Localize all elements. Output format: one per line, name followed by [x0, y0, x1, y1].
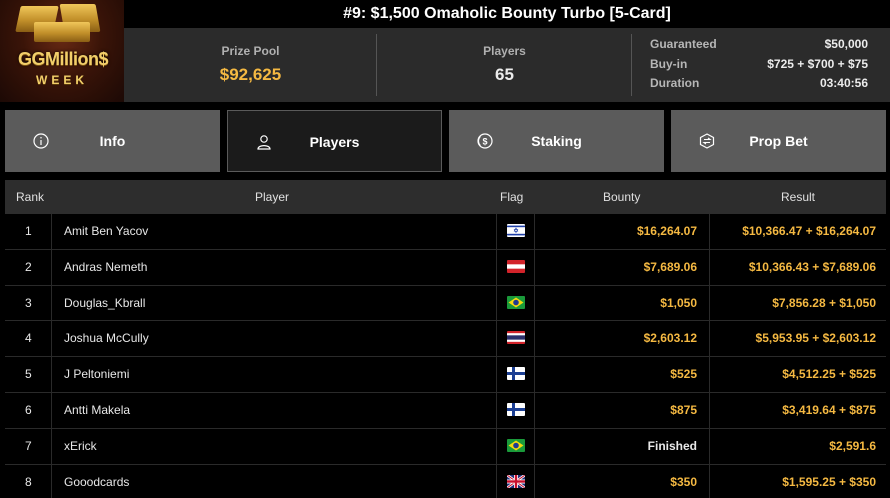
table-row[interactable]: 4 Joshua McCully $2,603.12 $5,953.95 + $… — [5, 321, 886, 358]
col-header-rank[interactable]: Rank — [16, 190, 44, 204]
uk-flag-icon — [507, 474, 525, 488]
logo-brand-text: GGMillion$ — [17, 49, 109, 69]
detail-value: $725 + $700 + $75 — [767, 56, 868, 71]
detail-key: Duration — [650, 76, 700, 90]
tab-players-label: Players — [309, 134, 360, 150]
player-name[interactable]: Amit Ben Yacov — [51, 214, 496, 249]
result-value: $2,591.6 — [709, 428, 886, 464]
detail-row-duration: Duration 03:40:56 — [650, 76, 868, 96]
bounty-value: $525 — [534, 357, 709, 392]
table-row[interactable]: 6 Antti Makela $875 $3,419.64 + $875 — [5, 392, 886, 429]
finland-flag-icon — [507, 367, 525, 381]
result-value: $4,512.25 + $525 — [709, 357, 886, 392]
table-row[interactable]: 1 Amit Ben Yacov $16,264.07 $10,366.47 +… — [5, 214, 886, 250]
players-table-header: Rank Player Flag Bounty Result — [5, 180, 886, 214]
detail-value: $50,000 — [824, 37, 868, 51]
logo-week-text: WEEK — [36, 73, 88, 87]
flag-cell — [496, 357, 534, 392]
prize-pool-stat: Prize Pool $92,625 — [124, 28, 377, 102]
player-name[interactable]: xErick — [51, 428, 496, 464]
players-value: 65 — [495, 65, 514, 84]
brazil-flag-icon — [507, 295, 525, 309]
table-row[interactable]: 3 Douglas_Kbrall $1,050 $7,856.28 + $1,0… — [5, 285, 886, 322]
finland-flag-icon — [507, 402, 525, 416]
table-row[interactable]: 8 Gooodcards $350 $1,595.25 + $350 — [5, 464, 886, 498]
players-stat: Players 65 — [377, 28, 632, 102]
flag-cell — [496, 249, 534, 285]
player-name[interactable]: J Peltoniemi — [51, 357, 496, 392]
player-name[interactable]: Andras Nemeth — [51, 249, 496, 285]
rank-cell: 3 — [25, 295, 32, 310]
tab-staking[interactable]: $ Staking — [449, 110, 664, 172]
bounty-value: $350 — [534, 464, 709, 498]
detail-row-buy-in: Buy-in $725 + $700 + $75 — [650, 57, 868, 77]
detail-row-guaranteed: Guaranteed $50,000 — [650, 37, 868, 57]
bounty-status: Finished — [534, 428, 709, 464]
flag-cell — [496, 285, 534, 321]
player-name[interactable]: Douglas_Kbrall — [51, 285, 496, 321]
result-value: $10,366.43 + $7,689.06 — [709, 249, 886, 285]
flag-cell — [496, 464, 534, 498]
flag-cell — [496, 321, 534, 357]
israel-flag-icon — [507, 224, 525, 237]
rank-cell: 8 — [25, 474, 32, 489]
rank-cell: 5 — [25, 367, 32, 382]
result-value: $5,953.95 + $2,603.12 — [709, 321, 886, 357]
prize-pool-value: $92,625 — [219, 65, 282, 84]
tab-info[interactable]: Info — [5, 110, 220, 172]
prize-pool-label: Prize Pool — [221, 44, 280, 58]
col-header-result[interactable]: Result — [781, 190, 815, 204]
detail-key: Guaranteed — [650, 37, 717, 51]
tab-players[interactable]: Players — [227, 110, 442, 172]
col-header-bounty[interactable]: Bounty — [603, 190, 640, 204]
col-header-player[interactable]: Player — [255, 190, 289, 204]
brazil-flag-icon — [507, 438, 525, 452]
player-name[interactable]: Antti Makela — [51, 392, 496, 428]
tournament-details: Guaranteed $50,000 Buy-in $725 + $700 + … — [650, 37, 868, 96]
bounty-value: $1,050 — [534, 285, 709, 321]
result-value: $10,366.47 + $16,264.07 — [709, 214, 886, 249]
rank-cell: 7 — [25, 438, 32, 453]
bounty-value: $16,264.07 — [534, 214, 709, 249]
player-name[interactable]: Joshua McCully — [51, 321, 496, 357]
col-header-flag[interactable]: Flag — [500, 190, 523, 204]
player-name[interactable]: Gooodcards — [51, 464, 496, 498]
tab-prop-bet-label: Prop Bet — [749, 133, 808, 149]
tournament-title: #9: $1,500 Omaholic Bounty Turbo [5-Card… — [343, 5, 671, 22]
players-label: Players — [483, 44, 526, 58]
bounty-value: $2,603.12 — [534, 321, 709, 357]
austria-flag-icon — [507, 259, 525, 273]
rank-cell: 1 — [25, 224, 32, 238]
table-row[interactable]: 7 xErick Finished $2,591.6 — [5, 428, 886, 465]
ggmillions-week-logo: GGMillion$ WEEK — [0, 0, 124, 102]
tournament-stats-panel: Prize Pool $92,625 Players 65 Guaranteed… — [124, 28, 890, 102]
result-value: $1,595.25 + $350 — [709, 464, 886, 498]
detail-key: Buy-in — [650, 56, 688, 71]
rank-cell: 4 — [25, 331, 32, 346]
detail-value: 03:40:56 — [819, 76, 868, 90]
rank-cell: 2 — [25, 259, 32, 274]
thailand-flag-icon — [507, 331, 525, 345]
table-row[interactable]: 5 J Peltoniemi $525 $4,512.25 + $525 — [5, 357, 886, 393]
bounty-value: $875 — [534, 392, 709, 428]
players-table-body: 1 Amit Ben Yacov $16,264.07 $10,366.47 +… — [5, 214, 886, 498]
table-row[interactable]: 2 Andras Nemeth $7,689.06 $10,366.43 + $… — [5, 249, 886, 286]
result-value: $7,856.28 + $1,050 — [709, 285, 886, 321]
rank-cell: 6 — [25, 402, 32, 417]
tab-prop-bet[interactable]: Prop Bet — [671, 110, 886, 172]
flag-cell — [496, 392, 534, 428]
tab-staking-label: Staking — [531, 133, 582, 149]
flag-cell — [496, 214, 534, 249]
result-value: $3,419.64 + $875 — [709, 392, 886, 428]
bounty-value: $7,689.06 — [534, 249, 709, 285]
gold-bar-icon — [34, 22, 90, 42]
flag-cell — [496, 428, 534, 464]
divider — [631, 34, 632, 96]
tab-info-label: Info — [99, 133, 126, 149]
